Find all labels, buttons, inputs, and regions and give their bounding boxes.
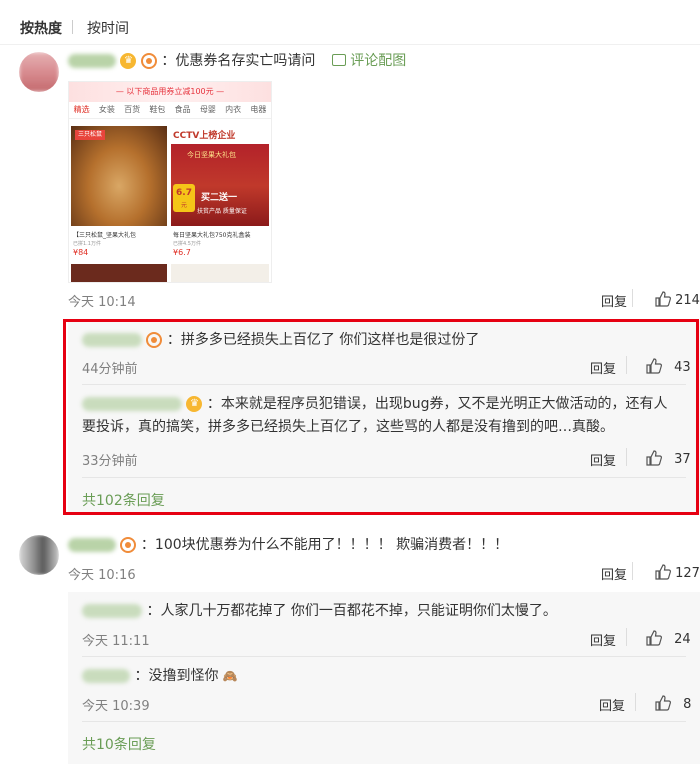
tab-hot[interactable]: 按热度 — [20, 18, 62, 38]
product-title-banner: CCTV上榜企业 — [173, 131, 236, 141]
more-replies-link[interactable]: 共10条回复 — [82, 734, 156, 754]
action-divider — [626, 628, 627, 646]
like-count: 24 — [674, 632, 691, 647]
fan-badge-icon — [140, 53, 157, 69]
product-caption: 每日坚果大礼包750克礼盒装 — [173, 232, 251, 239]
divider — [82, 721, 686, 722]
sort-tabs: 按热度 按时间 — [0, 0, 700, 45]
like-button[interactable]: 8 — [655, 695, 691, 712]
action-divider — [632, 289, 633, 307]
thumbs-up-icon — [646, 630, 662, 646]
sub-reply: ：没撸到怪你 🙈 — [82, 666, 238, 686]
sub-replies: ：人家几十万都花掉了 你们一百都花不掉，只能证明你们太慢了。 今天 11:11 … — [68, 592, 700, 764]
category-item: 精选 — [73, 105, 90, 114]
category-item: 食品 — [174, 105, 191, 114]
fan-badge-icon — [120, 537, 137, 553]
comment-time: 今天 10:14 — [68, 295, 136, 310]
product-image-partial — [171, 264, 269, 282]
price-badge: 6.7 元 — [173, 184, 195, 212]
category-item: 母婴 — [199, 105, 216, 114]
comment-text: ：优惠券名存实亡吗请问 — [161, 53, 316, 69]
like-button[interactable]: 127 — [655, 564, 700, 581]
highlight-box — [63, 319, 699, 515]
category-item: 百货 — [124, 105, 141, 114]
product-price: ¥84 — [73, 248, 89, 257]
reply-text: ：人家几十万都花掉了 你们一百都花不掉，只能证明你们太慢了。 — [146, 603, 557, 619]
category-item: 女装 — [98, 105, 115, 114]
action-divider — [632, 562, 633, 580]
avatar[interactable] — [19, 52, 59, 92]
comment-image[interactable]: — 以下商品用券立减100元 — 精选 女装 百货 鞋包 食品 母婴 内衣 电器… — [68, 81, 272, 283]
category-item: 内衣 — [225, 105, 242, 114]
username[interactable] — [68, 54, 116, 68]
username[interactable] — [82, 604, 142, 618]
like-count: 214 — [675, 293, 700, 308]
comment-header: ♛ ：优惠券名存实亡吗请问 评论配图 — [68, 51, 406, 71]
product-meta: 已拼1.1万件 — [73, 241, 101, 247]
monkey-emoji-icon: 🙈 — [222, 669, 238, 683]
like-count: 127 — [675, 566, 700, 581]
reply-button[interactable]: 回复 — [599, 695, 625, 714]
product-price: ¥6.7 — [173, 248, 191, 257]
brand-tag: 三只松鼠 — [75, 130, 105, 140]
comment-header: ：100块优惠券为什么不能用了！！！！ 欺骗消费者！！！ — [68, 535, 508, 555]
product-image-nuts: 三只松鼠 — [71, 126, 167, 226]
reply-button[interactable]: 回复 — [590, 630, 616, 649]
category-item: 电器 — [250, 105, 267, 114]
product-image-partial — [71, 264, 167, 282]
image-icon — [331, 54, 346, 66]
tab-divider — [72, 20, 73, 34]
avatar[interactable] — [19, 535, 59, 575]
like-button[interactable]: 24 — [646, 630, 691, 647]
category-bar: 精选 女装 百货 鞋包 食品 母婴 内衣 电器 — [69, 102, 271, 119]
username[interactable] — [82, 669, 130, 683]
category-item: 鞋包 — [149, 105, 166, 114]
like-count: 8 — [683, 697, 692, 712]
reply-button[interactable]: 回复 — [601, 564, 627, 583]
comment-text: ：100块优惠券为什么不能用了！！！！ 欺骗消费者！！！ — [140, 537, 509, 553]
thumbs-up-icon — [655, 291, 671, 307]
thumbs-up-icon — [655, 564, 671, 580]
vip-crown-icon: ♛ — [120, 53, 137, 69]
promo-banner: — 以下商品用券立减100元 — — [69, 82, 271, 102]
product-promo-note: 扶贫产品 质量保证 — [197, 208, 247, 215]
product-image-giftbox: CCTV上榜企业 今日坚果大礼包 买二送一 扶贫产品 质量保证 6.7 元 — [171, 126, 269, 226]
comment-time: 今天 10:16 — [68, 568, 136, 583]
reply-time: 今天 10:39 — [82, 699, 150, 714]
tab-time[interactable]: 按时间 — [87, 18, 129, 38]
thumbs-up-icon — [655, 695, 671, 711]
like-button[interactable]: 214 — [655, 291, 700, 308]
product-promo: 买二送一 — [201, 193, 238, 203]
divider — [82, 656, 686, 657]
product-caption: 【三只松鼠_坚果大礼包 — [73, 232, 137, 239]
username[interactable] — [68, 538, 116, 552]
product-subtitle: 今日坚果大礼包 — [187, 151, 236, 159]
action-divider — [635, 693, 636, 711]
product-meta: 已拼4.5万件 — [173, 241, 201, 247]
reply-text: ：没撸到怪你 — [134, 668, 219, 684]
reply-button[interactable]: 回复 — [601, 291, 627, 310]
comment-image-link[interactable]: 评论配图 — [331, 53, 406, 69]
reply-time: 今天 11:11 — [82, 634, 150, 649]
sub-reply: ：人家几十万都花掉了 你们一百都花不掉，只能证明你们太慢了。 — [82, 601, 557, 621]
